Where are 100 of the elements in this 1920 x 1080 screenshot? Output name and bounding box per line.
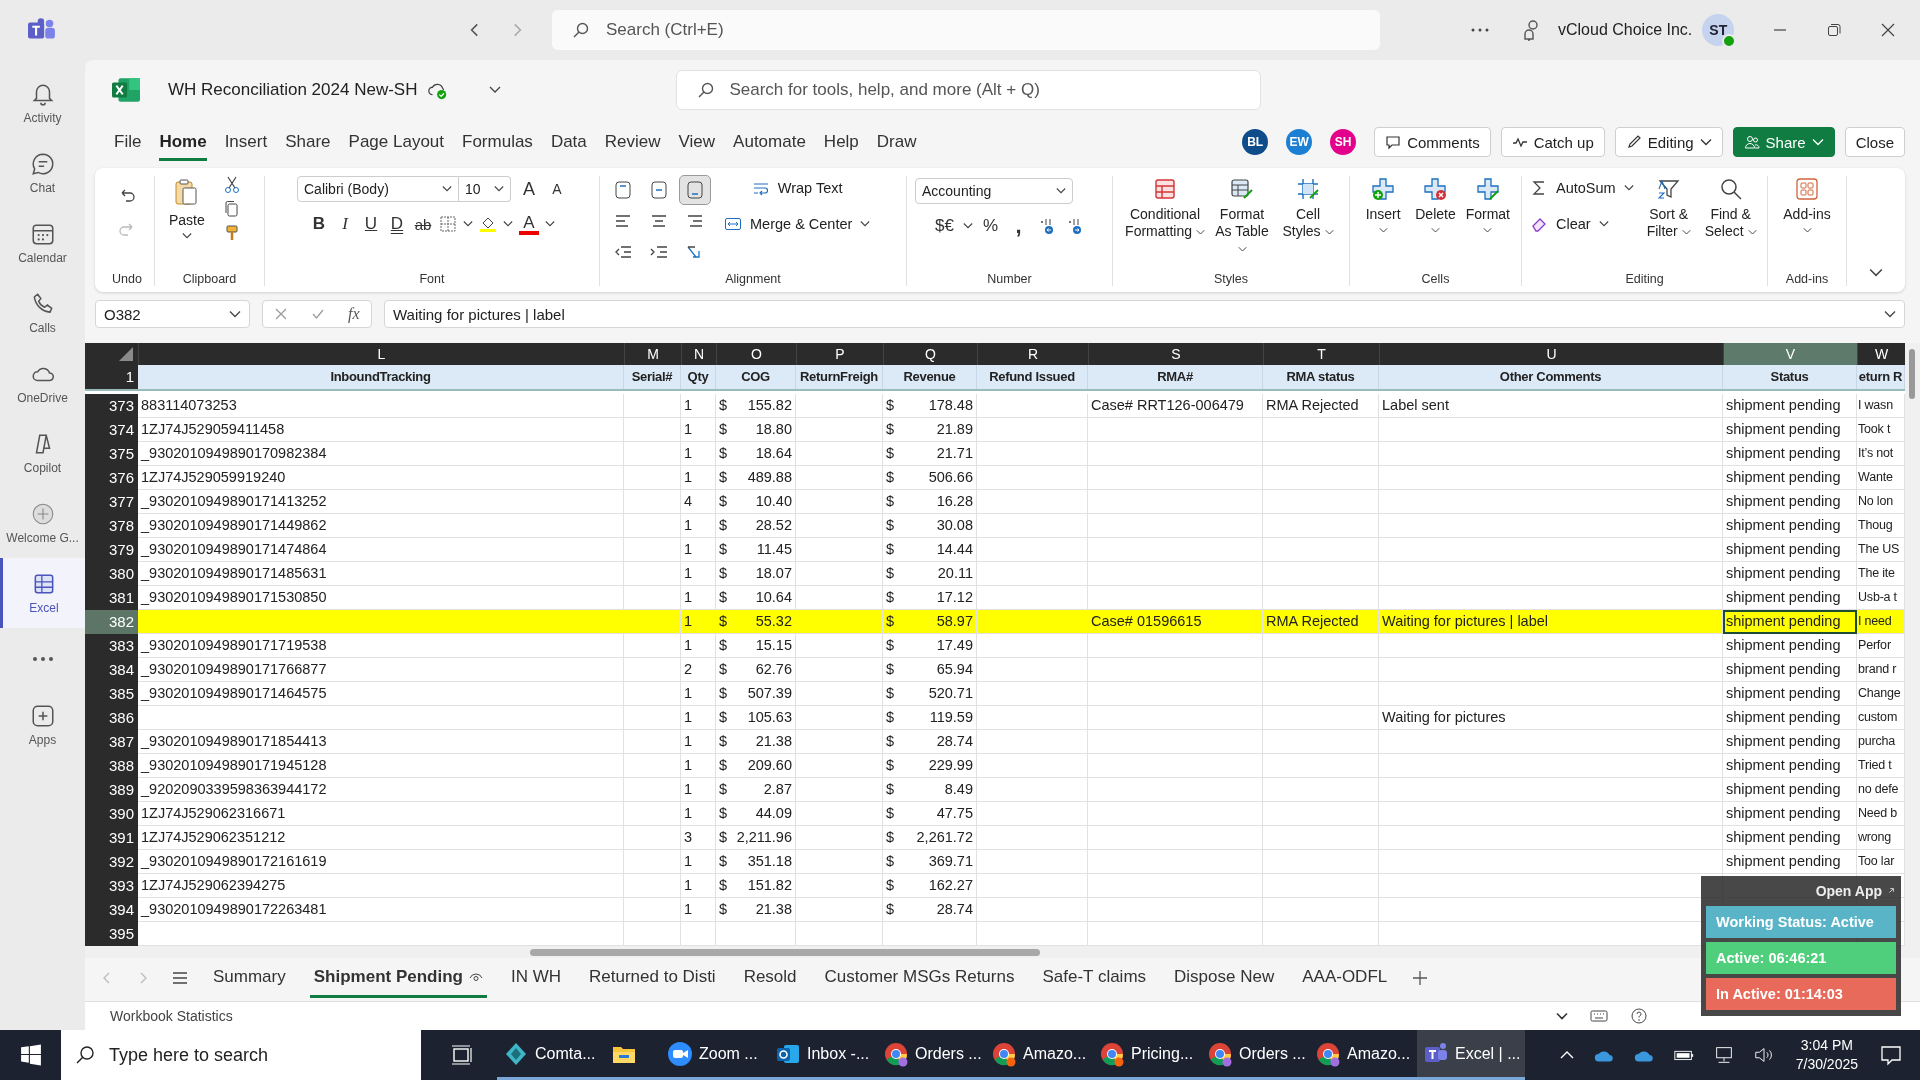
rail-item[interactable]: Calls (0, 278, 85, 348)
more-icon[interactable] (1470, 27, 1490, 33)
windows-start-icon[interactable] (20, 1044, 42, 1066)
cancel-icon[interactable] (274, 307, 289, 321)
rail-item[interactable]: Excel (0, 558, 85, 628)
menu-tab[interactable]: View (678, 123, 716, 161)
chevron-down-icon[interactable] (503, 220, 513, 228)
sheet-tab[interactable]: AAA-ODFL (1298, 958, 1392, 998)
row-number[interactable]: 395 (85, 922, 138, 946)
notification-icon[interactable] (1880, 1044, 1902, 1066)
rail-item[interactable]: Copilot (0, 418, 85, 488)
currency-button[interactable]: $€ (934, 214, 955, 238)
taskbar-app[interactable]: Pricing... (1093, 1030, 1201, 1080)
paste-button[interactable]: Paste (163, 176, 211, 242)
chevron-down-icon[interactable] (1556, 1011, 1568, 1021)
share-button[interactable]: Share (1732, 127, 1835, 157)
row-number[interactable]: 388 (85, 754, 138, 778)
menu-tab[interactable]: Home (159, 123, 207, 161)
taskbar-app[interactable]: Amazo... (985, 1030, 1093, 1080)
decrease-font-button[interactable]: A (547, 177, 567, 201)
wrap-text-button[interactable]: Wrap Text (751, 176, 843, 200)
insert-function-button[interactable]: fx (348, 305, 360, 323)
scissors-icon[interactable] (222, 176, 241, 194)
clear-button[interactable]: Clear (1530, 212, 1609, 236)
row-number[interactable]: 378 (85, 514, 138, 538)
row-number[interactable]: 383 (85, 634, 138, 658)
fill-color-icon[interactable] (479, 215, 497, 233)
number-format-dropdown[interactable]: Accounting (915, 178, 1073, 204)
rail-item[interactable]: Apps (0, 690, 85, 760)
rail-item[interactable]: Calendar (0, 208, 85, 278)
menu-tab[interactable]: Insert (224, 123, 268, 161)
add-ins-button[interactable]: Add-ins (1776, 176, 1838, 234)
column-header[interactable]: V (1723, 343, 1857, 365)
formula-input[interactable]: Waiting for pictures | label (384, 300, 1905, 328)
sheet-tab[interactable]: IN WH (506, 958, 565, 998)
row-number[interactable]: 376 (85, 466, 138, 490)
check-icon[interactable] (311, 307, 326, 321)
keyboard-icon[interactable] (1590, 1007, 1608, 1025)
sheet-tab[interactable]: Summary (209, 958, 290, 998)
more-apps-icon[interactable] (30, 656, 55, 662)
chevron-down-icon[interactable] (463, 220, 473, 228)
row-number[interactable]: 381 (85, 586, 138, 610)
menu-tab[interactable]: Help (823, 123, 859, 161)
bold-button[interactable]: B (309, 212, 329, 236)
clock-time[interactable]: 3:04 PM (1800, 1036, 1853, 1055)
row-number[interactable]: 384 (85, 658, 138, 682)
user-avatar[interactable]: ST (1702, 14, 1735, 46)
row-number[interactable]: 394 (85, 898, 138, 922)
task-view-icon[interactable] (451, 1045, 475, 1065)
sheet-tab[interactable]: Safe-T claims (1038, 958, 1151, 998)
menu-icon[interactable] (171, 969, 189, 987)
font-size-dropdown[interactable]: 10 (459, 176, 511, 202)
row-number[interactable]: 375 (85, 442, 138, 466)
name-box[interactable]: O382 (95, 300, 250, 328)
row-number[interactable]: 385 (85, 682, 138, 706)
close-button[interactable]: Close (1844, 127, 1905, 157)
comments-button[interactable]: Comments (1374, 127, 1491, 157)
conditional-formatting-button[interactable]: Conditional Formatting (1123, 176, 1207, 240)
rail-item[interactable]: Welcome G... (0, 488, 85, 558)
taskbar-app[interactable]: Comta... (497, 1030, 605, 1080)
rail-item[interactable]: Activity (0, 68, 85, 138)
collaborator-avatar[interactable]: BL (1242, 129, 1269, 155)
taskbar-app[interactable]: Orders ... (877, 1030, 985, 1080)
chevron-down-icon[interactable] (489, 86, 502, 94)
increase-font-button[interactable]: A (519, 177, 539, 201)
cell-styles-button[interactable]: Cell Styles (1277, 176, 1339, 240)
vertical-scrollbar[interactable] (1905, 343, 1920, 946)
taskbar-search-field[interactable]: Type here to search (61, 1030, 421, 1080)
row-number[interactable]: 391 (85, 826, 138, 850)
menu-tab[interactable]: Review (604, 123, 661, 161)
catch-up-button[interactable]: Catch up (1500, 127, 1605, 157)
sheet-tab[interactable]: Resold (739, 958, 801, 998)
collaborator-avatar[interactable]: EW (1286, 129, 1313, 155)
editing-mode-button[interactable]: Editing (1614, 127, 1723, 157)
menu-tab[interactable]: Formulas (462, 123, 533, 161)
menu-tab[interactable]: Automate (733, 123, 806, 161)
row-number[interactable]: 393 (85, 874, 138, 898)
copy-icon[interactable] (222, 200, 241, 218)
font-family-dropdown[interactable]: Calibri (Body) (297, 176, 459, 202)
sort-filter-button[interactable]: Sort & Filter (1641, 176, 1696, 240)
open-app-link[interactable]: Open App (1706, 880, 1896, 902)
row-number[interactable]: 387 (85, 730, 138, 754)
sheet-tab[interactable]: Dispose New (1170, 958, 1279, 998)
menu-tab[interactable]: Draw (876, 123, 917, 161)
row-number[interactable]: 389 (85, 778, 138, 802)
search-field[interactable]: Search for tools, help, and more (Alt + Q) (676, 70, 1262, 110)
clock-date[interactable]: 7/30/2025 (1795, 1055, 1858, 1074)
row-number[interactable]: 379 (85, 538, 138, 562)
insert-cells-button[interactable]: Insert (1358, 176, 1409, 234)
menu-tab[interactable]: Share (285, 123, 331, 161)
workbook-statistics[interactable]: Workbook Statistics (110, 1008, 233, 1024)
taskbar-app[interactable]: Zoom ... (661, 1030, 769, 1080)
taskbar-app[interactable]: Orders ... (1201, 1030, 1309, 1080)
row-number[interactable]: 377 (85, 490, 138, 514)
double-underline-button[interactable]: D (387, 212, 407, 236)
strikethrough-button[interactable]: ab (413, 212, 433, 236)
percent-button[interactable]: % (980, 214, 1001, 238)
sheet-tab[interactable]: Shipment Pending (309, 958, 487, 998)
restore-icon[interactable] (1826, 22, 1843, 38)
find-select-button[interactable]: Find & Select (1703, 176, 1758, 240)
